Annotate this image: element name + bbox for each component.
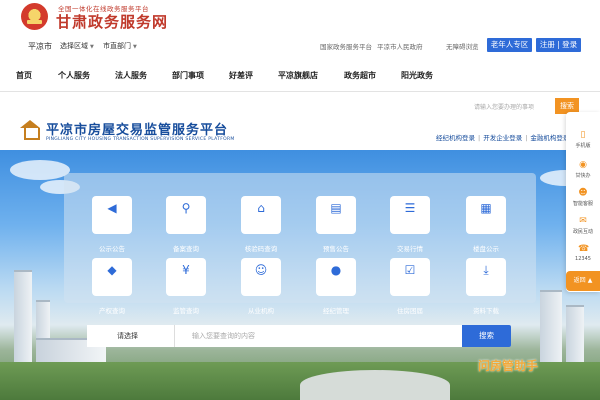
- service-label: 经纪管理: [323, 307, 349, 315]
- chat-icon: ✉: [579, 216, 587, 226]
- yen-icon: ¥: [182, 263, 190, 277]
- hero-search-button[interactable]: 搜索: [462, 325, 511, 347]
- service-label: 从业机构: [248, 307, 274, 315]
- service-tile-downloads[interactable]: ⤓ 资料下载: [466, 258, 506, 315]
- national-emblem-icon: [21, 3, 48, 30]
- site-title[interactable]: 甘肃政务服务网: [56, 11, 168, 32]
- right-sidebar: ▯ 手机版 ◉ 甘快办 ☻ 智能客服 ✉ 政民互动 ☎ 12345: [566, 112, 600, 292]
- search-category-select[interactable]: 请选择: [87, 325, 175, 347]
- service-tile-presale[interactable]: ▤ 预售公告: [316, 196, 356, 253]
- people-icon: ☺: [254, 263, 268, 277]
- main-nav: 首页 个人服务 法人服务 部门事项 好差评 平凉旗舰店 政务超市 阳光政务: [0, 66, 600, 88]
- service-label: 楼盘公示: [473, 245, 499, 253]
- dept-select[interactable]: 市直部门 ▼: [98, 39, 142, 53]
- current-city: 平凉市: [28, 42, 52, 51]
- arrow-up-icon: ▲: [587, 277, 593, 284]
- agency-login-link[interactable]: 经纪机构登录: [436, 134, 475, 142]
- nav-home[interactable]: 首页: [16, 70, 32, 81]
- service-label: 公示公告: [99, 245, 125, 253]
- sidebar-item-gankuaiban[interactable]: ◉ 甘快办: [566, 160, 600, 179]
- service-tile-verify-code[interactable]: ⌂ 核验码查询: [241, 196, 281, 253]
- back-to-top-button[interactable]: 返回 ▲: [566, 271, 600, 291]
- search-category-label: 请选择: [117, 332, 138, 340]
- service-tile-announcements[interactable]: ◀ 公示公告: [92, 196, 132, 253]
- housing-helper-button[interactable]: 问房管助手: [478, 357, 564, 377]
- platform-login-links: 经纪机构登录 | 开发企业登录 | 金融机构登录: [436, 132, 569, 142]
- nav-corporate[interactable]: 法人服务: [115, 70, 147, 81]
- speaker-icon: ◀: [107, 201, 117, 215]
- building-icon: ▦: [480, 201, 492, 215]
- elder-zone-button[interactable]: 老年人专区: [487, 38, 532, 52]
- app-icon: ◉: [579, 160, 587, 170]
- coins-icon: ☰: [404, 201, 416, 215]
- service-tile-agencies[interactable]: ☺ 从业机构: [241, 258, 281, 315]
- chevron-down-icon: ▼: [133, 44, 137, 50]
- shield-icon: ◆: [107, 263, 117, 277]
- service-tile-property[interactable]: ▦ 楼盘公示: [466, 196, 506, 253]
- phone-icon: ▯: [580, 130, 586, 140]
- area-select[interactable]: 选择区域 ▼: [55, 39, 99, 53]
- nav-personal[interactable]: 个人服务: [58, 70, 90, 81]
- service-label: 备案查询: [173, 245, 199, 253]
- nav-flagship[interactable]: 平凉旗舰店: [278, 70, 318, 81]
- chevron-down-icon: ▼: [90, 44, 94, 50]
- search-person-icon: ⚲: [181, 201, 191, 215]
- service-tile-market[interactable]: ☰ 交易行情: [390, 196, 430, 253]
- service-tile-filing-query[interactable]: ⚲ 备案查询: [166, 196, 206, 253]
- hotline-icon: ☎: [578, 244, 590, 254]
- nav-evaluation[interactable]: 好差评: [229, 70, 253, 81]
- city-gov-link[interactable]: 平凉市人民政府: [377, 41, 423, 51]
- platform-title: 平凉市房屋交易监管服务平台: [46, 123, 229, 138]
- sidebar-item-interaction[interactable]: ✉ 政民互动: [566, 216, 600, 235]
- nav-divider: [0, 91, 600, 92]
- robot-icon: ☻: [578, 188, 588, 198]
- sidebar-item-hotline[interactable]: ☎ 12345: [566, 244, 600, 262]
- checklist-icon: ☑: [404, 263, 416, 277]
- sidebar-item-label: 12345: [575, 256, 591, 262]
- finance-login-link[interactable]: 金融机构登录: [530, 134, 569, 142]
- hero-search-bar: 请选择 输入您要查询的内容: [87, 325, 511, 347]
- service-tile-broker-mgmt[interactable]: ● 经纪管理: [316, 258, 356, 315]
- service-tile-title-query[interactable]: ◆ 产权查询: [92, 258, 132, 315]
- sidebar-item-chatbot[interactable]: ☻ 智能客服: [566, 188, 600, 207]
- service-label: 监管查询: [173, 307, 199, 315]
- service-label: 预售公告: [323, 245, 349, 253]
- city-plaza: [300, 370, 450, 400]
- service-label: 资料下载: [473, 307, 499, 315]
- house-icon: ⌂: [257, 201, 265, 215]
- platform-title-en: PINGLIANG CITY HOUSING TRANSACTION SUPER…: [46, 137, 235, 142]
- platform-search-input[interactable]: 请输入您要办理的事项: [470, 99, 552, 113]
- service-label: 住房困届: [397, 307, 423, 315]
- house-logo-icon: [20, 120, 40, 140]
- sidebar-item-label: 手机版: [575, 143, 591, 149]
- sidebar-item-label: 政民互动: [572, 229, 593, 235]
- hero-search-input[interactable]: 输入您要查询的内容: [192, 331, 255, 341]
- site-header: 全国一体化在线政务服务平台 甘肃政务服务网: [0, 0, 600, 35]
- agent-icon: ●: [330, 263, 342, 277]
- nav-sunshine[interactable]: 阳光政务: [401, 70, 433, 81]
- national-platform-link[interactable]: 国家政务服务平台: [320, 41, 372, 51]
- sidebar-item-label: 智能客服: [572, 201, 593, 207]
- nav-departments[interactable]: 部门事项: [172, 70, 204, 81]
- area-select-label: 选择区域: [60, 42, 88, 50]
- developer-login-link[interactable]: 开发企业登录: [483, 134, 522, 142]
- sidebar-item-mobile[interactable]: ▯ 手机版: [566, 130, 600, 149]
- service-label: 核验码查询: [244, 245, 278, 253]
- clipboard-icon: ▤: [330, 201, 342, 215]
- service-tile-housing[interactable]: ☑ 住房困届: [390, 258, 430, 315]
- download-icon: ⤓: [483, 263, 489, 277]
- cloud: [10, 160, 70, 180]
- service-label: 产权查询: [99, 307, 125, 315]
- back-to-top-label: 返回: [573, 277, 586, 284]
- sidebar-item-label: 甘快办: [575, 173, 591, 179]
- login-button[interactable]: 注册 | 登录: [536, 38, 581, 52]
- link-separator: |: [525, 134, 528, 142]
- service-label: 交易行情: [397, 245, 423, 253]
- service-tile-supervision[interactable]: ¥ 监管查询: [166, 258, 206, 315]
- nav-supermarket[interactable]: 政务超市: [344, 70, 376, 81]
- link-separator: |: [478, 134, 481, 142]
- dept-select-label: 市直部门: [103, 42, 131, 50]
- accessible-link[interactable]: 无障碍浏览: [446, 41, 479, 51]
